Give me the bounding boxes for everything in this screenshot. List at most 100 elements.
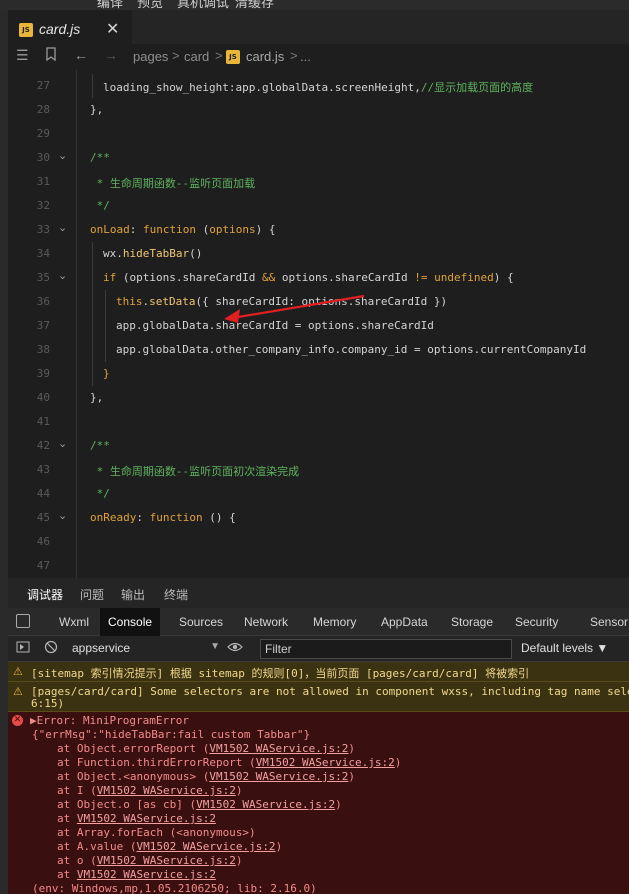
code-line[interactable]: 31 * 生命周期函数--监听页面加载 bbox=[8, 170, 629, 194]
code-token: }, bbox=[90, 103, 104, 116]
stack-frame-link[interactable]: VM1502 WAService.js:2 bbox=[256, 756, 395, 769]
code-line[interactable]: 41 bbox=[8, 410, 629, 434]
code-line[interactable]: 27 loading_show_height:app.globalData.scr… bbox=[8, 74, 629, 98]
code-line[interactable]: 47 bbox=[8, 554, 629, 578]
stack-frame: at Object.o [as cb] (VM1502 WAService.js… bbox=[57, 798, 342, 811]
stack-frame-link[interactable]: VM1502 WAService.js:2 bbox=[97, 784, 236, 797]
fold-chevron-icon[interactable]: ⌄ bbox=[58, 269, 67, 282]
stack-frame-link[interactable]: VM1502 WAService.js:2 bbox=[136, 840, 275, 853]
code-line[interactable]: 29 bbox=[8, 122, 629, 146]
breadcrumb-separator: > bbox=[172, 48, 180, 63]
filter-input[interactable] bbox=[260, 639, 512, 659]
line-number: 37 bbox=[36, 319, 50, 332]
toggle-sidebar-icon[interactable] bbox=[16, 640, 30, 657]
console-warning: ⚠ [sitemap 索引情况提示] 根据 sitemap 的规则[0]，当前页… bbox=[8, 662, 629, 682]
breadcrumb-item-more[interactable]: ... bbox=[300, 49, 311, 64]
code-token: undefined bbox=[434, 271, 494, 284]
eye-icon[interactable] bbox=[227, 640, 243, 657]
fold-chevron-icon[interactable]: ⌄ bbox=[58, 149, 67, 162]
tab-security[interactable]: Security bbox=[507, 608, 566, 636]
code-line[interactable]: 33 ⌄ onLoad: function (options) { bbox=[8, 218, 629, 242]
tab-sources[interactable]: Sources bbox=[171, 608, 231, 636]
code-line[interactable]: 38 app.globalData.other_company_info.comp… bbox=[8, 338, 629, 362]
code-token: ) { bbox=[255, 223, 276, 236]
code-line[interactable]: 30 ⌄ /** bbox=[8, 146, 629, 170]
bookmark-icon[interactable] bbox=[46, 47, 56, 64]
code-line[interactable]: 35 ⌄ if (options.shareCardId && options.sh… bbox=[8, 266, 629, 290]
code-token: app.globalData.shareCardId = options.sha… bbox=[116, 319, 434, 332]
code-token: */ bbox=[90, 487, 110, 500]
menu-clear-cache[interactable]: 清缓存 bbox=[235, 0, 274, 10]
code-line[interactable]: 43 * 生命周期函数--监听页面初次渲染完成 bbox=[8, 458, 629, 482]
stack-frame-caller: at Array.forEach (<anonymous>) bbox=[57, 826, 256, 839]
warning-message-cont: 6:15) bbox=[31, 697, 65, 710]
tab-network[interactable]: Network bbox=[236, 608, 296, 636]
menu-device-debug[interactable]: 真机调试 bbox=[177, 0, 229, 10]
code-text: }, bbox=[90, 391, 103, 404]
tab-memory[interactable]: Memory bbox=[305, 608, 364, 636]
code-token: setData bbox=[149, 295, 196, 308]
code-token: ) { bbox=[493, 271, 514, 284]
indent-guide bbox=[92, 338, 93, 362]
code-token: : bbox=[136, 511, 150, 524]
code-line[interactable]: 42 ⌄ /** bbox=[8, 434, 629, 458]
fold-chevron-icon[interactable]: ⌄ bbox=[58, 437, 67, 450]
breadcrumb-separator: > bbox=[290, 48, 298, 63]
tab-terminal[interactable]: 终端 bbox=[164, 586, 188, 603]
context-select[interactable]: appservice ▼ bbox=[72, 641, 220, 655]
menu-preview[interactable]: 预览 bbox=[137, 0, 163, 10]
line-number: 44 bbox=[36, 487, 50, 500]
code-line[interactable]: 45 ⌄ onReady: function () { bbox=[8, 506, 629, 530]
log-levels-dropdown[interactable]: Default levels ▼ bbox=[521, 641, 608, 655]
tab-title: card.js bbox=[39, 21, 81, 37]
stack-frame-link[interactable]: VM1502 WAService.js:2 bbox=[97, 854, 236, 867]
code-text: onLoad: function (options) { bbox=[90, 223, 275, 236]
code-line[interactable]: 40}, bbox=[8, 386, 629, 410]
code-line[interactable]: 44 */ bbox=[8, 482, 629, 506]
forward-arrow-icon[interactable]: → bbox=[104, 47, 118, 63]
close-icon[interactable]: ✕ bbox=[106, 19, 119, 39]
tab-card-js[interactable]: JS card.js ✕ bbox=[8, 10, 132, 44]
code-line[interactable]: 28}, bbox=[8, 98, 629, 122]
tab-storage[interactable]: Storage bbox=[443, 608, 501, 636]
breadcrumb-item-card[interactable]: card bbox=[184, 49, 209, 64]
inspect-element-icon[interactable] bbox=[16, 614, 30, 628]
code-token: } bbox=[103, 367, 110, 380]
breadcrumb-item-pages[interactable]: pages bbox=[133, 49, 168, 64]
tab-problems[interactable]: 问题 bbox=[80, 586, 104, 603]
tab-wxml[interactable]: Wxml bbox=[51, 608, 97, 636]
code-line[interactable]: 37 app.globalData.shareCardId = options.s… bbox=[8, 314, 629, 338]
code-line[interactable]: 46 bbox=[8, 530, 629, 554]
error-title[interactable]: ▶Error: MiniProgramError bbox=[30, 714, 189, 727]
line-number: 45 bbox=[36, 511, 50, 524]
tab-appdata[interactable]: AppData bbox=[373, 608, 436, 636]
stack-frame-link[interactable]: VM1502 WAService.js:2 bbox=[209, 742, 348, 755]
stack-frame-link[interactable]: VM1502 WAService.js:2 bbox=[77, 812, 216, 825]
clear-console-icon[interactable] bbox=[44, 640, 58, 657]
stack-frame-link[interactable]: VM1502 WAService.js:2 bbox=[209, 770, 348, 783]
fold-chevron-icon[interactable]: ⌄ bbox=[58, 509, 67, 522]
list-icon[interactable]: ☰ bbox=[16, 47, 29, 64]
tab-output[interactable]: 输出 bbox=[121, 586, 145, 603]
code-token: function bbox=[149, 511, 203, 524]
breadcrumb-item-file[interactable]: card.js bbox=[246, 49, 284, 64]
tab-debugger[interactable]: 调试器 bbox=[27, 586, 64, 612]
menu-compile[interactable]: 编译 bbox=[97, 0, 123, 10]
back-arrow-icon[interactable]: ← bbox=[74, 47, 88, 63]
code-token: () bbox=[189, 247, 203, 260]
code-line[interactable]: 39} bbox=[8, 362, 629, 386]
console-warning: ⚠ [pages/card/card] Some selectors are n… bbox=[8, 682, 629, 712]
console-filter-bar: appservice ▼ Default levels ▼ bbox=[8, 636, 629, 662]
stack-frame-link[interactable]: VM1502 WAService.js:2 bbox=[196, 798, 335, 811]
code-line[interactable]: 32 */ bbox=[8, 194, 629, 218]
code-line[interactable]: 34 wx.hideTabBar() bbox=[8, 242, 629, 266]
tab-sensor[interactable]: Sensor bbox=[582, 608, 629, 636]
tab-console[interactable]: Console bbox=[100, 608, 161, 636]
line-number: 32 bbox=[36, 199, 50, 212]
code-line[interactable]: 36 this.setData({ shareCardId: options.sh… bbox=[8, 290, 629, 314]
code-editor[interactable]: 27 loading_show_height:app.globalData.scr… bbox=[8, 70, 629, 578]
warning-icon: ⚠ bbox=[13, 685, 23, 698]
stack-frame-link[interactable]: VM1502 WAService.js:2 bbox=[77, 868, 216, 881]
stack-frame-caller: at Object.o [as cb] ( bbox=[57, 798, 197, 811]
fold-chevron-icon[interactable]: ⌄ bbox=[58, 221, 67, 234]
